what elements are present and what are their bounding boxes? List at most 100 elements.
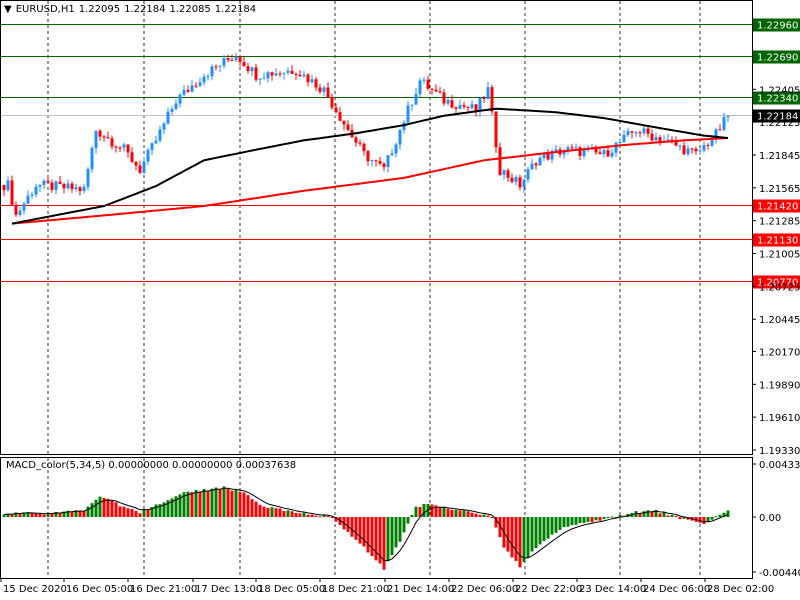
bear-candle bbox=[342, 120, 346, 131]
price-tick-label: 1.22405 bbox=[759, 85, 800, 96]
bull-candle bbox=[198, 77, 202, 88]
macd-bar bbox=[142, 509, 146, 517]
macd-bar bbox=[590, 517, 594, 523]
macd-bar bbox=[306, 514, 310, 517]
candle-body bbox=[194, 85, 198, 87]
bear-candle bbox=[326, 82, 330, 99]
chart-canvas[interactable]: 1.229601.226901.223401.214201.211301.207… bbox=[0, 0, 800, 600]
bear-candle bbox=[194, 82, 198, 89]
candle-body bbox=[678, 145, 682, 147]
candle-body bbox=[86, 169, 90, 187]
dropdown-triangle-icon[interactable]: ▼ bbox=[4, 4, 12, 15]
macd-bar bbox=[458, 510, 462, 517]
candle-body bbox=[458, 105, 462, 109]
bull-candle bbox=[82, 183, 86, 194]
macd-bar bbox=[34, 513, 38, 517]
macd-bar bbox=[714, 516, 718, 518]
macd-bar bbox=[270, 507, 274, 517]
bear-candle bbox=[70, 181, 74, 193]
bull-candle bbox=[38, 184, 42, 193]
bull-candle bbox=[86, 166, 90, 191]
candle-body bbox=[594, 148, 598, 153]
macd-bar bbox=[366, 517, 370, 553]
candle-body bbox=[482, 97, 486, 99]
candle-body bbox=[514, 177, 518, 182]
macd-bar bbox=[442, 506, 446, 517]
bull-candle bbox=[386, 154, 390, 173]
bear-candle bbox=[570, 143, 574, 151]
macd-bar bbox=[666, 515, 670, 517]
bear-candle bbox=[314, 76, 318, 91]
bull-candle bbox=[6, 176, 10, 192]
macd-bar bbox=[50, 513, 54, 517]
bull-candle bbox=[54, 180, 58, 195]
candle-body bbox=[650, 133, 654, 141]
macd-bar bbox=[726, 510, 730, 517]
time-label: 16 Dec 05:00 bbox=[66, 584, 133, 595]
candle-body bbox=[630, 131, 634, 133]
price-panel-frame bbox=[0, 0, 753, 455]
bear-candle bbox=[2, 184, 6, 197]
candle-body bbox=[610, 152, 614, 157]
chart-window[interactable]: 1.22960 1.22690 1.22340 1.21420 1.21130 1.207… bbox=[0, 0, 800, 600]
candle-body bbox=[270, 72, 274, 76]
bull-candle bbox=[666, 133, 670, 141]
candle-body bbox=[122, 144, 126, 148]
time-label: 22 Dec 22:00 bbox=[515, 584, 582, 595]
bull-candle bbox=[642, 124, 646, 136]
bull-candle bbox=[714, 127, 718, 144]
high-price: 1.22184 bbox=[124, 4, 166, 15]
price-tick-label: 1.19890 bbox=[759, 380, 800, 391]
candle-body bbox=[26, 195, 30, 204]
bull-candle bbox=[162, 122, 166, 135]
bear-candle bbox=[374, 159, 378, 167]
bear-candle bbox=[518, 174, 522, 191]
macd-bar bbox=[194, 489, 198, 517]
bear-candle bbox=[434, 84, 438, 92]
candle-body bbox=[186, 89, 190, 92]
bear-candle bbox=[130, 147, 134, 163]
candle-body bbox=[490, 87, 494, 112]
bull-candle bbox=[522, 179, 526, 193]
bull-candle bbox=[310, 74, 314, 84]
bear-candle bbox=[546, 149, 550, 161]
bull-candle bbox=[94, 130, 98, 154]
bull-candle bbox=[394, 142, 398, 158]
bear-candle bbox=[426, 75, 430, 91]
candle-body bbox=[134, 161, 138, 166]
candle-body bbox=[22, 203, 26, 211]
candle-body bbox=[582, 149, 586, 157]
bear-candle bbox=[494, 111, 498, 153]
low-price: 1.22085 bbox=[169, 4, 211, 15]
macd-bar bbox=[214, 487, 218, 517]
macd-bar bbox=[286, 510, 290, 517]
bear-candle bbox=[126, 144, 130, 158]
candle-body bbox=[258, 78, 262, 80]
macd-bar bbox=[454, 509, 458, 517]
bear-candle bbox=[482, 95, 486, 103]
candle-body bbox=[462, 105, 466, 107]
bear-candle bbox=[330, 93, 334, 110]
macd-bar bbox=[674, 515, 678, 517]
candle-body bbox=[150, 143, 154, 150]
candle-body bbox=[346, 124, 350, 130]
bear-candle bbox=[246, 62, 250, 74]
candle-body bbox=[110, 138, 114, 147]
candle-body bbox=[98, 130, 102, 137]
bear-candle bbox=[242, 56, 246, 67]
bull-candle bbox=[206, 74, 210, 81]
bear-candle bbox=[134, 160, 138, 171]
candle-body bbox=[50, 182, 54, 190]
candle-body bbox=[698, 150, 702, 152]
symbol-label: EURUSD,H1 bbox=[15, 4, 75, 15]
bull-candle bbox=[250, 66, 254, 77]
macd-bar bbox=[490, 517, 494, 518]
candle-body bbox=[354, 137, 358, 143]
bear-candle bbox=[106, 131, 110, 139]
macd-bar bbox=[110, 500, 114, 517]
bear-candle bbox=[110, 135, 114, 150]
bull-candle bbox=[286, 67, 290, 75]
macd-bar bbox=[254, 501, 258, 517]
candle-body bbox=[426, 79, 430, 89]
bull-candle bbox=[418, 77, 422, 98]
